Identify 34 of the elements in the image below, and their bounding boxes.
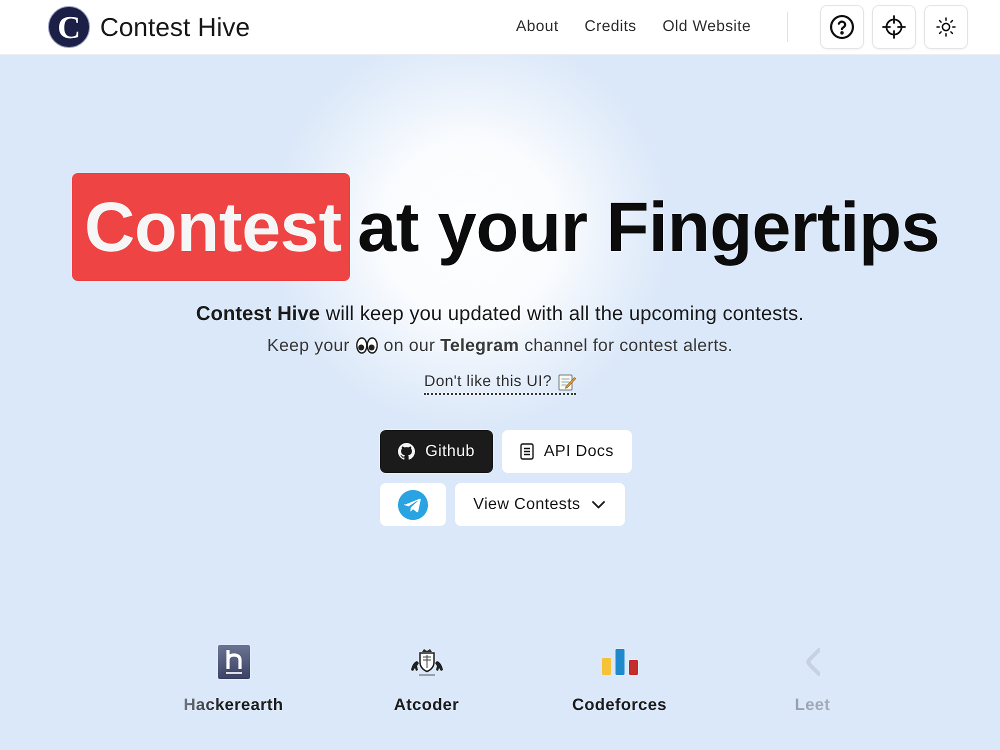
telegram-button[interactable] <box>380 483 446 526</box>
bars-logo-icon <box>602 649 638 675</box>
platform-name[interactable]: Codeforces <box>572 696 667 715</box>
title-text: at your Fingertips <box>357 187 940 267</box>
chevron-down-icon <box>592 500 606 508</box>
tagline: Contest Hive will keep you updated with all the upcoming contests. <box>196 302 804 327</box>
platform-name[interactable]: Atcoder <box>394 696 460 715</box>
sun-icon <box>936 17 956 37</box>
crosshair-icon <box>882 15 906 39</box>
letter-tile-logo-icon <box>218 645 250 679</box>
document-icon <box>520 443 534 460</box>
feedback-link[interactable]: Don't like this UI? <box>424 372 576 395</box>
note-text: Keep your <box>267 334 350 357</box>
site-title[interactable]: Contest Hive <box>100 12 250 42</box>
memo-icon <box>558 373 576 391</box>
api-docs-button[interactable]: API Docs <box>502 430 632 473</box>
help-button[interactable] <box>820 5 864 49</box>
nav-link[interactable]: About <box>516 18 559 36</box>
crest-logo-icon <box>408 646 444 678</box>
paper-plane-icon <box>398 490 428 520</box>
logo-badge[interactable]: C <box>48 6 90 48</box>
platform-name[interactable]: Hackerearth <box>184 696 284 715</box>
nav-link[interactable]: Credits <box>584 18 636 36</box>
locate-button[interactable] <box>872 5 916 49</box>
theme-button[interactable] <box>924 5 968 49</box>
help-icon <box>830 15 854 39</box>
eyes-icon <box>356 336 378 354</box>
note-text: on our Telegram channel for contest alerts. <box>384 334 733 357</box>
github-button[interactable]: Github <box>380 430 493 473</box>
nav-link[interactable]: Old Website <box>662 18 751 36</box>
title-highlight: Contest <box>72 173 350 281</box>
view-contests-button[interactable]: View Contests <box>455 483 626 526</box>
github-icon <box>398 443 416 460</box>
bracket-logo-icon <box>806 648 820 676</box>
